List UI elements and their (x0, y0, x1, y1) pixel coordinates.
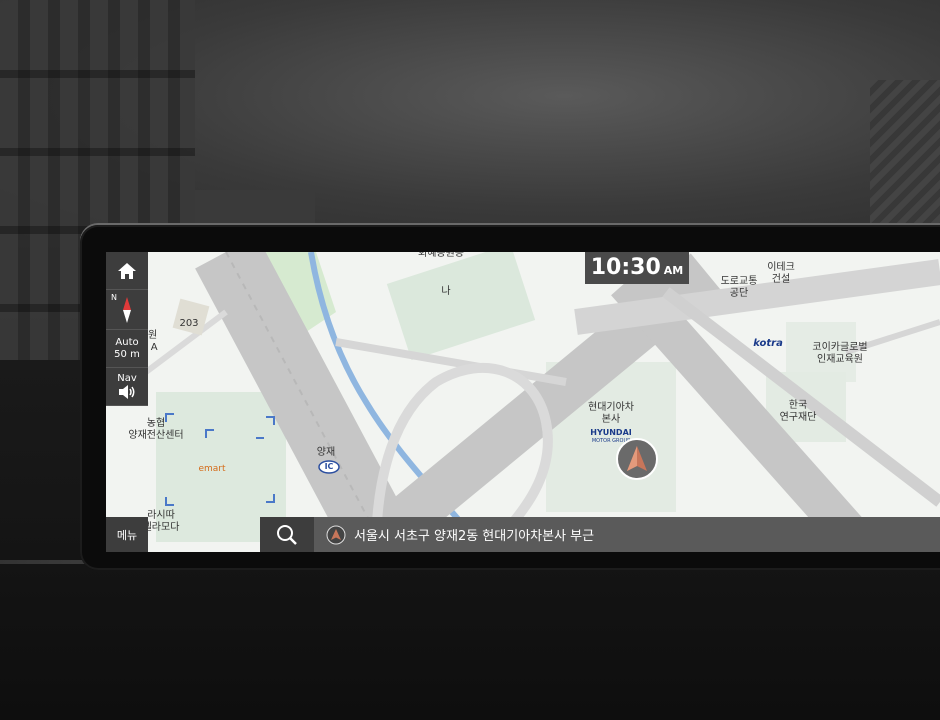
home-button[interactable] (106, 252, 148, 290)
map-label-yangjae: 양재 (316, 447, 336, 458)
map-label-hyundai-hq: 현대기아차 본사 (588, 402, 634, 425)
map-label-ic: IC (324, 462, 334, 471)
compass-icon (123, 296, 131, 323)
map-label-na: 나 (441, 286, 451, 297)
search-button[interactable] (260, 517, 314, 552)
map-label-itech: 이테크 건설 (767, 262, 795, 285)
clock: 10:30 AM (585, 252, 689, 284)
compass-north-label: N (111, 293, 117, 302)
home-icon (118, 262, 136, 279)
current-address: 서울시 서초구 양재2동 현대기아차본사 부근 (354, 529, 595, 544)
search-icon (277, 524, 297, 545)
speaker-icon (119, 385, 135, 399)
building-right (870, 80, 940, 240)
map-label-top: 회혜공원등 (418, 252, 464, 259)
map-label-emart: emart (198, 464, 226, 474)
nav-volume-label: Nav (117, 373, 137, 384)
clock-ampm: AM (663, 264, 684, 277)
building-mid (195, 190, 315, 230)
scale-value: 50 m (114, 348, 140, 360)
clock-time: 10:30 (590, 255, 661, 280)
map-label-korea-global: 코이카글로벌 인재교육원 (812, 342, 868, 365)
map-label-kotra: kotra (753, 338, 783, 349)
search-bar[interactable]: 서울시 서초구 양재2동 현대기아차본사 부근 (260, 517, 940, 552)
current-location-marker (616, 438, 658, 480)
map-scale-button[interactable]: Auto 50 m (106, 330, 148, 368)
compass-button[interactable]: N (106, 290, 148, 330)
menu-label: 메뉴 (116, 528, 138, 542)
map-label-korea-research: 한국 연구재단 (779, 400, 817, 423)
scale-mode: Auto (115, 336, 139, 348)
location-arrow-icon (326, 525, 346, 544)
map-label-203: 203 (179, 318, 199, 329)
map-label-nonghyup: 농협 양재전산센터 (128, 418, 184, 441)
menu-button[interactable]: 메뉴 (106, 517, 148, 552)
nav-volume-button[interactable]: Nav (106, 368, 148, 406)
navigation-screen: 회혜공원등 나 203 공원 타 A 농협 양재전산센터 emart 라시따 델… (106, 252, 940, 552)
